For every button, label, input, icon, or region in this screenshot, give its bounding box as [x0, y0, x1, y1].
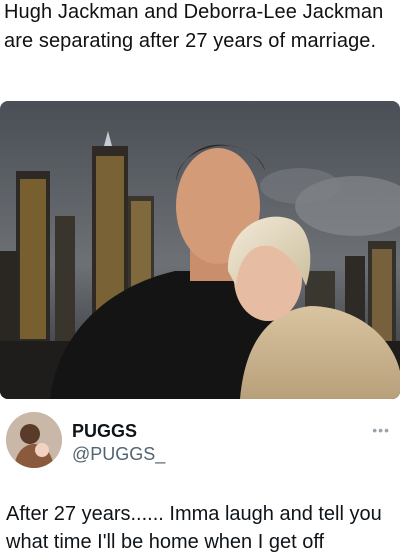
- news-photo[interactable]: [0, 101, 400, 399]
- headline-text: Hugh Jackman and Deborra-Lee Jackman are…: [4, 1, 384, 52]
- user-avatar[interactable]: [6, 412, 62, 468]
- tweet-card[interactable]: PUGGS @PUGGS_ ••• After 27 years...... I…: [0, 400, 400, 553]
- display-name[interactable]: PUGGS: [72, 421, 137, 442]
- user-handle[interactable]: @PUGGS_: [72, 444, 165, 465]
- tweet-text: After 27 years...... Imma laugh and tell…: [6, 503, 382, 553]
- more-dots-icon[interactable]: •••: [372, 422, 390, 438]
